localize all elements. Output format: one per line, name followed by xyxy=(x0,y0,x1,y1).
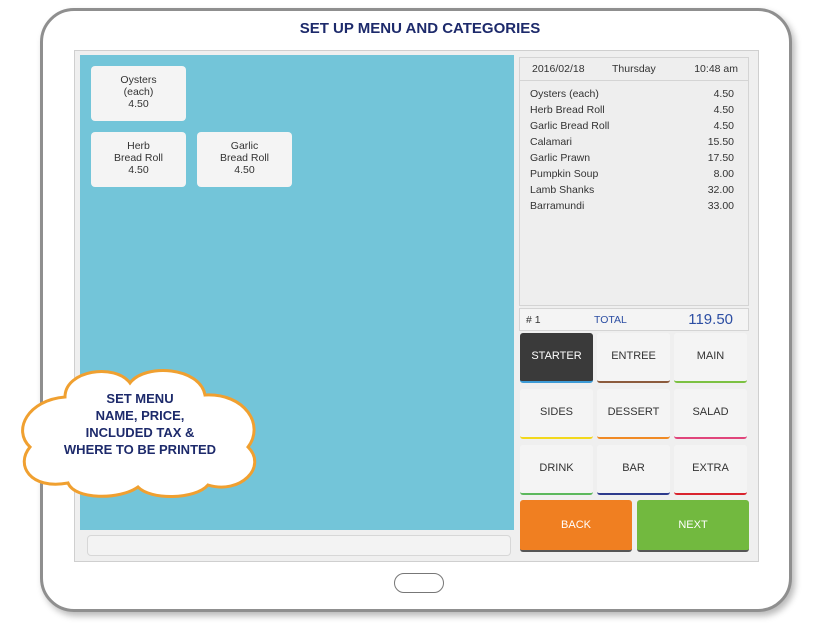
category-label: DESSERT xyxy=(607,406,660,418)
category-salad[interactable]: SALAD xyxy=(674,389,747,439)
category-starter[interactable]: STARTER xyxy=(520,333,593,383)
cloud-line: SET MENU xyxy=(106,391,174,406)
page-title: SET UP MENU AND CATEGORIES xyxy=(299,20,541,37)
receipt-line[interactable]: Calamari 15.50 xyxy=(530,136,734,150)
line-name: Lamb Shanks xyxy=(530,184,595,196)
receipt-time: 10:48 am xyxy=(694,63,738,75)
line-name: Barramundi xyxy=(530,200,585,212)
line-price: 15.50 xyxy=(707,136,734,148)
receipt-line[interactable]: Lamb Shanks 32.00 xyxy=(530,184,734,198)
receipt-line[interactable]: Oysters (each) 4.50 xyxy=(530,88,734,102)
home-button[interactable] xyxy=(394,573,444,593)
line-name: Garlic Prawn xyxy=(530,152,591,164)
item-price: 4.50 xyxy=(234,164,255,176)
back-button[interactable]: BACK xyxy=(520,500,632,552)
line-price: 4.50 xyxy=(713,120,734,132)
menu-item-herb-bread-roll[interactable]: Herb Bread Roll 4.50 xyxy=(91,132,186,187)
category-label: SIDES xyxy=(539,406,573,418)
line-name: Herb Bread Roll xyxy=(530,104,605,116)
category-sides[interactable]: SIDES xyxy=(520,389,593,439)
category-drink[interactable]: DRINK xyxy=(520,445,593,495)
category-label: BAR xyxy=(622,462,645,474)
category-label: MAIN xyxy=(696,350,725,362)
back-label: BACK xyxy=(561,519,591,531)
item-name-line2: Bread Roll xyxy=(113,152,164,164)
total-value: 119.50 xyxy=(688,311,733,328)
item-name-line1: Herb xyxy=(127,140,150,152)
category-label: ENTREE xyxy=(611,350,656,362)
item-name-line1: Garlic xyxy=(230,140,259,152)
category-main[interactable]: MAIN xyxy=(674,333,747,383)
receipt-line[interactable]: Barramundi 33.00 xyxy=(530,200,734,214)
category-label: STARTER xyxy=(531,350,582,362)
receipt-header: 2016/02/18 Thursday 10:48 am xyxy=(520,58,748,81)
item-price: 4.50 xyxy=(128,164,149,176)
next-label: NEXT xyxy=(678,519,708,531)
line-price: 17.50 xyxy=(707,152,734,164)
order-receipt: 2016/02/18 Thursday 10:48 am Oysters (ea… xyxy=(519,57,749,306)
category-extra[interactable]: EXTRA xyxy=(674,445,747,495)
line-name: Garlic Bread Roll xyxy=(530,120,610,132)
category-bar[interactable]: BAR xyxy=(597,445,670,495)
cloud-line: INCLUDED TAX & xyxy=(85,425,195,440)
receipt-line[interactable]: Herb Bread Roll 4.50 xyxy=(530,104,734,118)
next-button[interactable]: NEXT xyxy=(637,500,749,552)
line-price: 33.00 xyxy=(707,200,734,212)
receipt-line[interactable]: Pumpkin Soup 8.00 xyxy=(530,168,734,182)
receipt-line[interactable]: Garlic Prawn 17.50 xyxy=(530,152,734,166)
item-name-line2: (each) xyxy=(123,86,154,98)
cloud-line: NAME, PRICE, xyxy=(95,408,185,423)
item-name-line2: Bread Roll xyxy=(219,152,270,164)
total-label: TOTAL xyxy=(594,314,627,326)
receipt-date: 2016/02/18 xyxy=(532,63,585,75)
cloud-line: WHERE TO BE PRINTED xyxy=(63,442,217,457)
category-label: DRINK xyxy=(539,462,574,474)
receipt-day: Thursday xyxy=(612,63,656,75)
item-price: 4.50 xyxy=(128,98,149,110)
category-label: SALAD xyxy=(692,406,729,418)
order-number: # 1 xyxy=(526,314,541,326)
line-name: Oysters (each) xyxy=(530,88,599,100)
cloud-text: SET MENU NAME, PRICE, INCLUDED TAX & WHE… xyxy=(40,390,240,458)
line-price: 4.50 xyxy=(713,88,734,100)
line-price: 8.00 xyxy=(713,168,734,180)
total-bar: # 1 TOTAL 119.50 xyxy=(519,308,749,331)
line-name: Pumpkin Soup xyxy=(530,168,599,180)
category-entree[interactable]: ENTREE xyxy=(597,333,670,383)
line-name: Calamari xyxy=(530,136,573,148)
menu-item-oysters[interactable]: Oysters (each) 4.50 xyxy=(91,66,186,121)
message-bar xyxy=(87,535,511,556)
category-dessert[interactable]: DESSERT xyxy=(597,389,670,439)
menu-item-garlic-bread-roll[interactable]: Garlic Bread Roll 4.50 xyxy=(197,132,292,187)
line-price: 4.50 xyxy=(713,104,734,116)
item-name-line1: Oysters xyxy=(120,74,157,86)
category-label: EXTRA xyxy=(692,462,729,474)
receipt-line[interactable]: Garlic Bread Roll 4.50 xyxy=(530,120,734,134)
line-price: 32.00 xyxy=(707,184,734,196)
